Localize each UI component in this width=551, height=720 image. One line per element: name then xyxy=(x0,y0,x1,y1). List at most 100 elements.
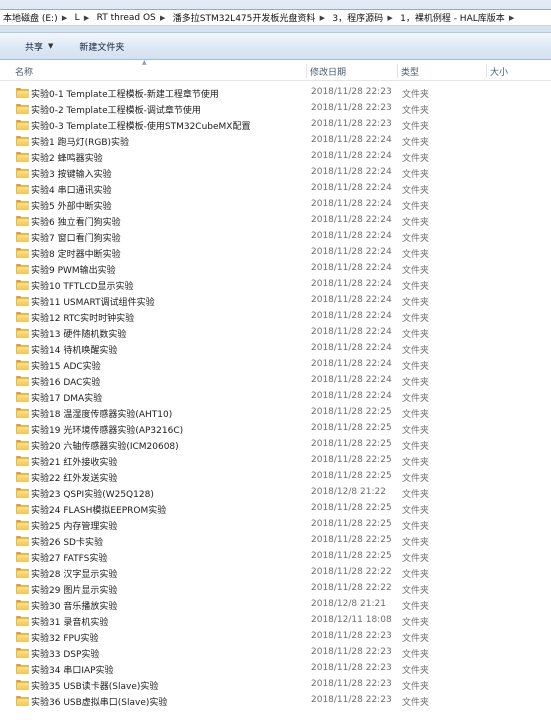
share-button[interactable]: 共享 ▼ xyxy=(16,36,62,56)
file-row[interactable]: 实验0-2 Template工程模板-调试章节使用 2018/11/28 22:2… xyxy=(0,101,551,117)
file-row[interactable]: 实验9 PWM输出实验 2018/11/28 22:24 文件夹 xyxy=(0,261,551,277)
file-type: 文件夹 xyxy=(402,394,430,404)
file-row[interactable]: 实验24 FLASH模拟EEPROM实验 2018/11/28 22:25 文件夹 xyxy=(0,501,551,517)
new-folder-button[interactable]: 新建文件夹 xyxy=(70,36,133,56)
breadcrumb-drive[interactable]: 本地磁盘 (E:) xyxy=(0,10,58,25)
breadcrumb-label: 本地磁盘 (E:) xyxy=(3,14,58,24)
breadcrumb[interactable]: 本地磁盘 (E:) ▶ L ▶ RT thread OS ▶ 潘多拉STM32L… xyxy=(0,9,551,26)
column-header-name[interactable]: 名称 xyxy=(12,61,306,81)
breadcrumb-separator-icon[interactable]: ▶ xyxy=(315,14,329,22)
file-name: 实验11 USMART调试组件实验 xyxy=(31,298,155,308)
file-name: 实验27 FATFS实验 xyxy=(31,554,108,564)
file-row[interactable]: 实验10 TFTLCD显示实验 2018/11/28 22:24 文件夹 xyxy=(0,277,551,293)
file-type: 文件夹 xyxy=(402,346,430,356)
file-type: 文件夹 xyxy=(402,330,430,340)
file-row[interactable]: 实验21 红外接收实验 2018/11/28 22:25 文件夹 xyxy=(0,453,551,469)
file-row[interactable]: 实验34 串口IAP实验 2018/11/28 22:23 文件夹 xyxy=(0,661,551,677)
file-row[interactable]: 实验23 QSPI实验(W25Q128) 2018/12/8 21:22 文件夹 xyxy=(0,485,551,501)
file-row[interactable]: 实验22 红外发送实验 2018/11/28 22:25 文件夹 xyxy=(0,469,551,485)
folder-icon xyxy=(16,168,29,178)
file-type: 文件夹 xyxy=(402,474,430,484)
breadcrumb-separator-icon[interactable]: ▶ xyxy=(80,14,94,22)
folder-icon xyxy=(16,456,29,466)
breadcrumb-hal-examples[interactable]: 1，裸机例程 - HAL库版本 xyxy=(397,10,505,25)
breadcrumb-separator-icon[interactable]: ▶ xyxy=(156,14,170,22)
column-header-date[interactable]: 修改日期 xyxy=(306,61,397,81)
file-type: 文件夹 xyxy=(402,426,430,436)
file-row[interactable]: 实验35 USB读卡器(Slave)实验 2018/11/28 22:23 文件夹 xyxy=(0,677,551,693)
file-row[interactable]: 实验8 定时器中断实验 2018/11/28 22:24 文件夹 xyxy=(0,245,551,261)
file-row[interactable]: 实验19 光环境传感器实验(AP3216C) 2018/11/28 22:25 文件… xyxy=(0,421,551,437)
file-type: 文件夹 xyxy=(402,554,430,564)
file-name: 实验18 温湿度传感器实验(AHT10) xyxy=(31,410,173,420)
file-row[interactable]: 实验31 录音机实验 2018/12/11 18:08 文件夹 xyxy=(0,613,551,629)
file-name: 实验9 PWM输出实验 xyxy=(31,266,116,276)
file-modified-date: 2018/11/28 22:24 xyxy=(311,263,392,273)
breadcrumb-l[interactable]: L xyxy=(72,10,80,25)
file-type: 文件夹 xyxy=(402,154,430,164)
file-row[interactable]: 实验33 DSP实验 2018/11/28 22:23 文件夹 xyxy=(0,645,551,661)
folder-icon xyxy=(16,680,29,690)
breadcrumb-rtthread[interactable]: RT thread OS xyxy=(94,10,156,25)
column-header-size[interactable]: 大小 xyxy=(486,61,551,81)
file-row[interactable]: 实验32 FPU实验 2018/11/28 22:23 文件夹 xyxy=(0,629,551,645)
file-row[interactable]: 实验26 SD卡实验 2018/11/28 22:25 文件夹 xyxy=(0,533,551,549)
file-name: 实验36 USB虚拟串口(Slave)实验 xyxy=(31,698,168,708)
breadcrumb-separator-icon[interactable]: ▶ xyxy=(58,14,72,22)
file-row[interactable]: 实验18 温湿度传感器实验(AHT10) 2018/11/28 22:25 文件夹 xyxy=(0,405,551,421)
file-row[interactable]: 实验25 内存管理实验 2018/11/28 22:25 文件夹 xyxy=(0,517,551,533)
file-row[interactable]: 实验16 DAC实验 2018/11/28 22:24 文件夹 xyxy=(0,373,551,389)
breadcrumb-separator-icon[interactable]: ▶ xyxy=(383,14,397,22)
file-row[interactable]: 实验4 串口通讯实验 2018/11/28 22:24 文件夹 xyxy=(0,181,551,197)
file-type: 文件夹 xyxy=(402,538,430,548)
file-modified-date: 2018/11/28 22:24 xyxy=(311,231,392,241)
file-name: 实验25 内存管理实验 xyxy=(31,522,118,532)
file-row[interactable]: 实验0-1 Template工程模板-新建工程章节使用 2018/11/28 22… xyxy=(0,85,551,101)
file-name: 实验14 待机唤醒实验 xyxy=(31,346,118,356)
file-row[interactable]: 实验28 汉字显示实验 2018/11/28 22:22 文件夹 xyxy=(0,565,551,581)
file-row[interactable]: 实验17 DMA实验 2018/11/28 22:24 文件夹 xyxy=(0,389,551,405)
file-row[interactable]: 实验27 FATFS实验 2018/11/28 22:25 文件夹 xyxy=(0,549,551,565)
file-name: 实验3 按键输入实验 xyxy=(31,170,112,180)
file-type: 文件夹 xyxy=(402,506,430,516)
file-name: 实验20 六轴传感器实验(ICM20608) xyxy=(31,442,179,452)
file-row[interactable]: 实验13 硬件随机数实验 2018/11/28 22:24 文件夹 xyxy=(0,325,551,341)
file-modified-date: 2018/11/28 22:25 xyxy=(311,503,392,513)
file-row[interactable]: 实验36 USB虚拟串口(Slave)实验 2018/11/28 22:23 文件夹 xyxy=(0,693,551,709)
column-header-size-label: 大小 xyxy=(490,67,509,78)
file-row[interactable]: 实验6 独立看门狗实验 2018/11/28 22:24 文件夹 xyxy=(0,213,551,229)
file-row[interactable]: 实验30 音乐播放实验 2018/12/8 21:21 文件夹 xyxy=(0,597,551,613)
file-name: 实验32 FPU实验 xyxy=(31,634,99,644)
file-row[interactable]: 实验11 USMART调试组件实验 2018/11/28 22:24 文件夹 xyxy=(0,293,551,309)
file-type: 文件夹 xyxy=(402,314,430,324)
column-header-row: ▲ 名称 修改日期 类型 大小 xyxy=(0,59,551,81)
file-row[interactable]: 实验29 图片显示实验 2018/11/28 22:22 文件夹 xyxy=(0,581,551,597)
breadcrumb-board-material[interactable]: 潘多拉STM32L475开发板光盘资料 xyxy=(170,10,316,25)
file-name: 实验7 窗口看门狗实验 xyxy=(31,234,121,244)
file-row[interactable]: 实验7 窗口看门狗实验 2018/11/28 22:24 文件夹 xyxy=(0,229,551,245)
folder-icon xyxy=(16,264,29,274)
file-modified-date: 2018/11/28 22:25 xyxy=(311,439,392,449)
file-name: 实验15 ADC实验 xyxy=(31,362,101,372)
file-modified-date: 2018/12/11 18:08 xyxy=(311,615,392,625)
file-row[interactable]: 实验15 ADC实验 2018/11/28 22:24 文件夹 xyxy=(0,357,551,373)
file-modified-date: 2018/11/28 22:25 xyxy=(311,423,392,433)
file-type: 文件夹 xyxy=(402,250,430,260)
file-row[interactable]: 实验0-3 Template工程模板-使用STM32CubeMX配置 2018/1… xyxy=(0,117,551,133)
breadcrumb-label: RT thread OS xyxy=(96,12,156,23)
breadcrumb-label: 潘多拉STM32L475开发板光盘资料 xyxy=(172,14,316,24)
file-row[interactable]: 实验1 跑马灯(RGB)实验 2018/11/28 22:24 文件夹 xyxy=(0,133,551,149)
file-row[interactable]: 实验5 外部中断实验 2018/11/28 22:24 文件夹 xyxy=(0,197,551,213)
file-row[interactable]: 实验14 待机唤醒实验 2018/11/28 22:24 文件夹 xyxy=(0,341,551,357)
breadcrumb-separator-icon[interactable]: ▶ xyxy=(505,14,519,22)
file-modified-date: 2018/11/28 22:24 xyxy=(311,135,392,145)
breadcrumb-source-code[interactable]: 3，程序源码 xyxy=(329,10,383,25)
file-modified-date: 2018/11/28 22:25 xyxy=(311,519,392,529)
file-modified-date: 2018/11/28 22:24 xyxy=(311,391,392,401)
column-header-type[interactable]: 类型 xyxy=(397,61,486,81)
file-row[interactable]: 实验12 RTC实时时钟实验 2018/11/28 22:24 文件夹 xyxy=(0,309,551,325)
folder-icon xyxy=(16,488,29,498)
file-row[interactable]: 实验2 蜂鸣器实验 2018/11/28 22:24 文件夹 xyxy=(0,149,551,165)
file-row[interactable]: 实验3 按键输入实验 2018/11/28 22:24 文件夹 xyxy=(0,165,551,181)
file-row[interactable]: 实验20 六轴传感器实验(ICM20608) 2018/11/28 22:25 文件… xyxy=(0,437,551,453)
